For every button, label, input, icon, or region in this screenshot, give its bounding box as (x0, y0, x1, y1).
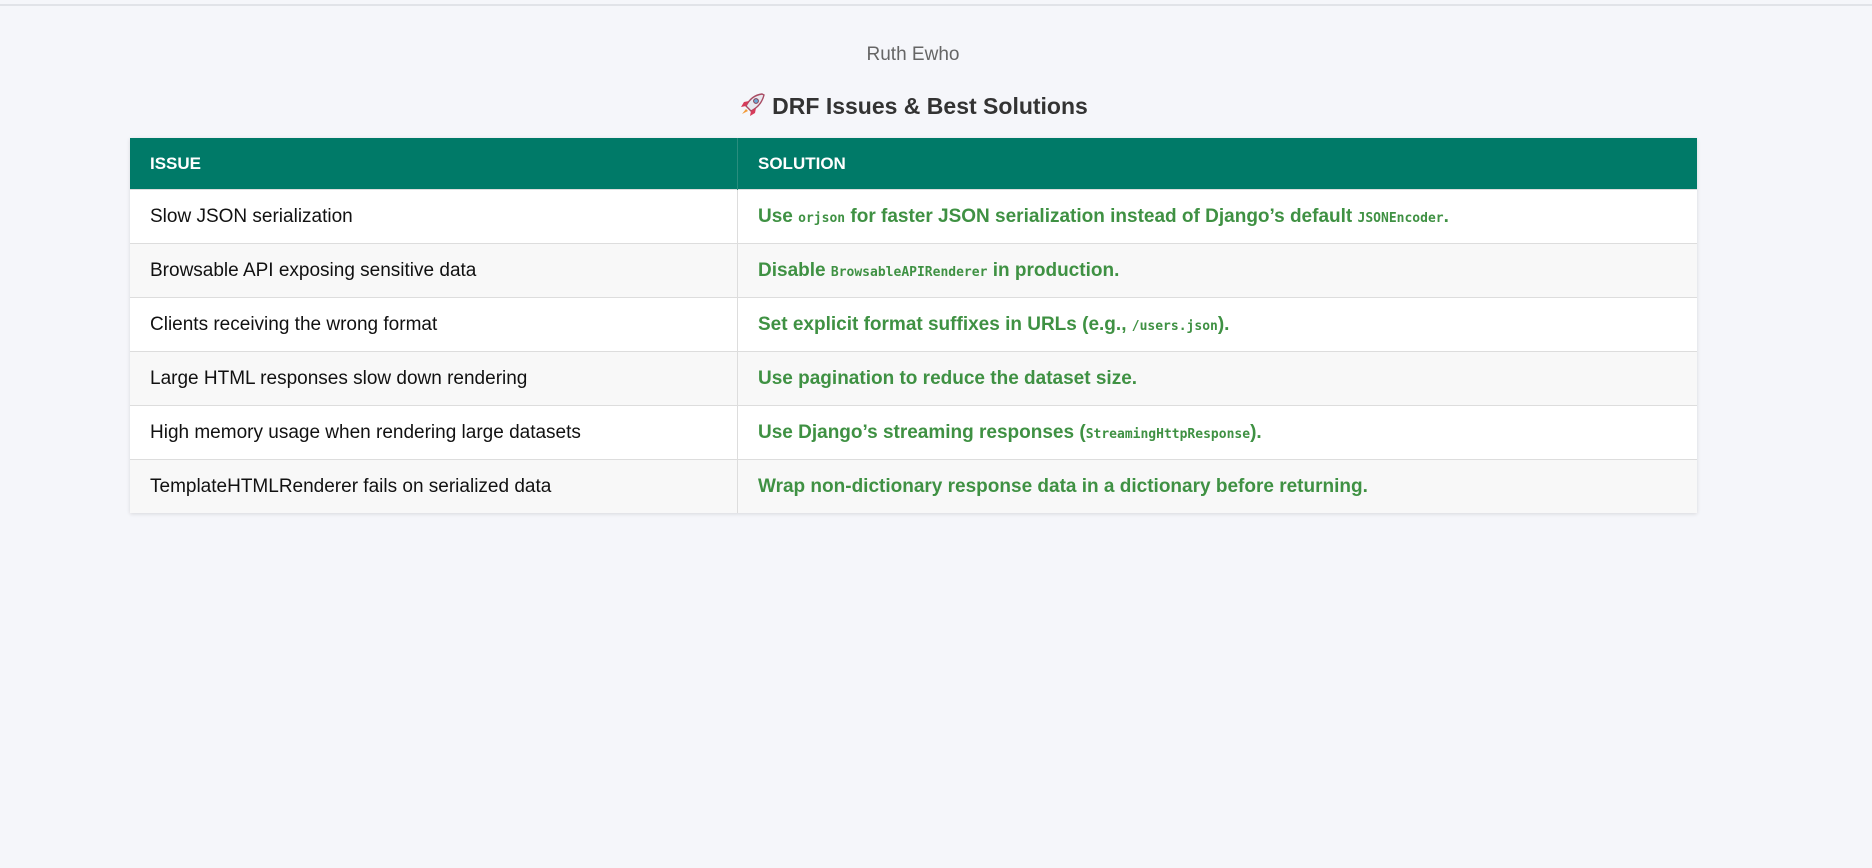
issues-table: ISSUE SOLUTION Slow JSON serialization U… (130, 138, 1697, 513)
solution-text: Wrap non-dictionary response data in a d… (758, 475, 1368, 497)
issue-cell: Clients receiving the wrong format (130, 297, 738, 352)
solution-text: Use Django’s streaming responses ( (758, 421, 1086, 443)
table-row: High memory usage when rendering large d… (130, 405, 1697, 460)
author-name: Ruth Ewho (866, 44, 960, 65)
rocket-icon (741, 93, 765, 116)
solution-cell: Disable BrowsableAPIRenderer in producti… (737, 243, 1697, 298)
issue-cell: Browsable API exposing sensitive data (130, 243, 738, 298)
solution-text: Use pagination to reduce the dataset siz… (758, 367, 1138, 389)
solution-cell: Set explicit format suffixes in URLs (e.… (737, 297, 1697, 352)
issue-cell: Slow JSON serialization (130, 189, 738, 244)
solution-column-header: SOLUTION (737, 138, 1697, 190)
issue-cell: High memory usage when rendering large d… (130, 405, 738, 460)
solution-cell: Use Django’s streaming responses (Stream… (737, 405, 1697, 460)
solution-cell: Use pagination to reduce the dataset siz… (737, 351, 1697, 406)
table-row: Slow JSON serialization Use orjson for f… (130, 189, 1697, 244)
solution-text: . (1443, 205, 1449, 227)
issue-cell: TemplateHTMLRenderer fails on serialized… (130, 459, 738, 513)
table-row: Large HTML responses slow down rendering… (130, 351, 1697, 406)
issue-column-header: ISSUE (130, 138, 738, 190)
solution-code: StreamingHttpResponse (1085, 426, 1251, 442)
solution-text: Set explicit format suffixes in URLs (e.… (758, 313, 1132, 335)
solution-code: JSONEncoder (1357, 210, 1444, 226)
solution-text: ). (1217, 313, 1230, 335)
table-row: Clients receiving the wrong format Set e… (130, 297, 1697, 352)
table-body: Slow JSON serialization Use orjson for f… (130, 189, 1697, 513)
solution-code: /users.json (1131, 318, 1218, 334)
table-header-row: ISSUE SOLUTION (130, 138, 1697, 190)
solution-text: ). (1250, 421, 1262, 443)
solution-text: in production. (987, 259, 1120, 281)
page-title-row: DRF Issues & Best Solutions (0, 92, 1826, 120)
solution-text: Disable (758, 259, 831, 281)
solution-code: BrowsableAPIRenderer (830, 264, 988, 280)
issue-cell: Large HTML responses slow down rendering (130, 351, 738, 406)
solution-text: Use (758, 205, 799, 227)
page-title: DRF Issues & Best Solutions (772, 93, 1088, 119)
solution-cell: Use orjson for faster JSON serialization… (737, 189, 1697, 244)
solution-cell: Wrap non-dictionary response data in a d… (737, 459, 1697, 513)
table-row: TemplateHTMLRenderer fails on serialized… (130, 459, 1697, 513)
top-divider (0, 4, 1872, 6)
solution-text: for faster JSON serialization instead of… (845, 205, 1358, 227)
solution-code: orjson (798, 210, 846, 226)
table-row: Browsable API exposing sensitive data Di… (130, 243, 1697, 298)
